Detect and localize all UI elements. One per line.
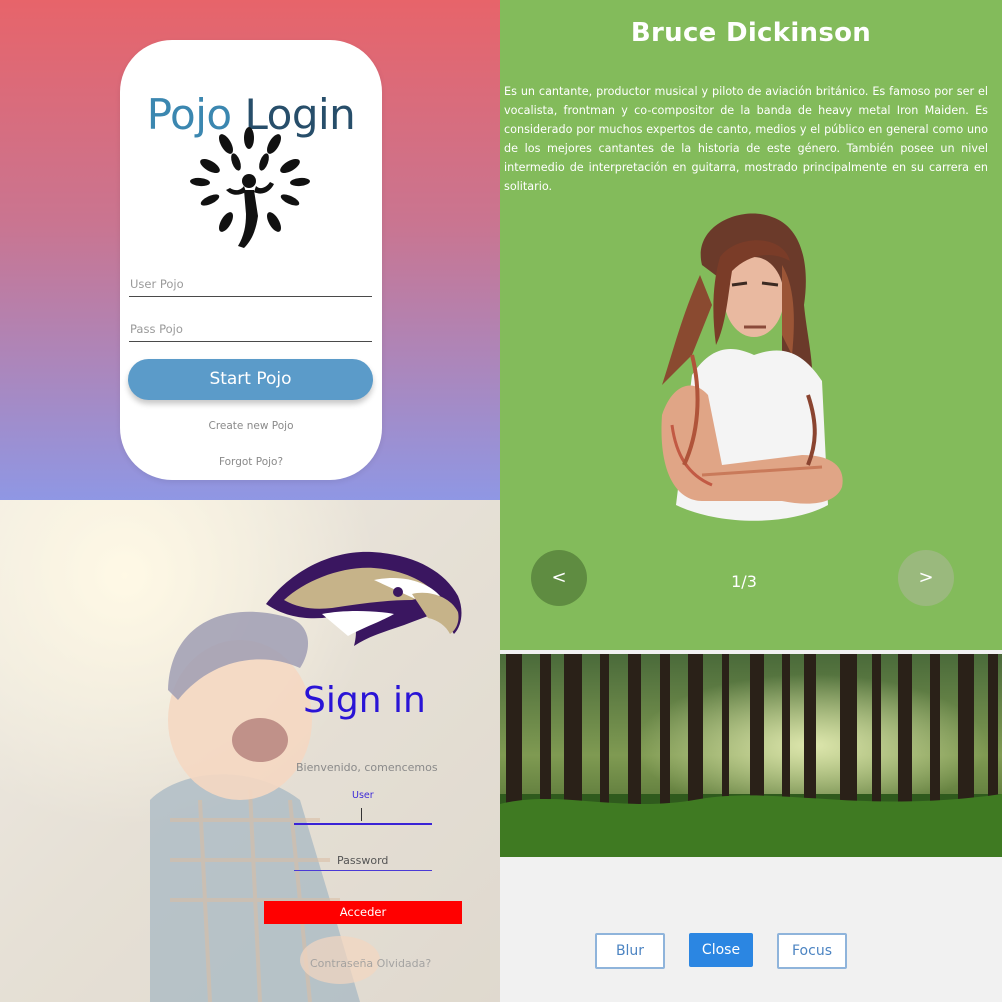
user-pojo-input[interactable]: User Pojo [129,274,372,297]
start-pojo-button[interactable]: Start Pojo [128,359,373,400]
sign-in-subtitle: Bienvenido, comencemos [296,761,438,774]
close-button[interactable]: Close [689,933,753,967]
password-label: Password [337,854,389,867]
forgot-pojo-link[interactable]: Forgot Pojo? [120,456,382,468]
forest-image [500,654,1002,857]
login-card: Pojo Login [120,40,382,480]
sign-in-title: Sign in [303,680,426,721]
bio-description: Es un cantante, productor musical y pilo… [504,85,988,193]
pojo-login-screen: Pojo Login User Pojo Pass Pojo Start Poj… [0,0,500,500]
bio-title: Bruce Dickinson [630,18,872,48]
blur-button[interactable]: Blur [595,933,665,969]
portrait-image [661,213,843,521]
text-caret [361,808,362,821]
bio-slider-screen: Bruce Dickinson Es un cantante, producto… [500,0,1002,650]
forgot-password-link[interactable]: Contraseña Olvidada? [310,957,431,970]
create-new-pojo-link[interactable]: Create new Pojo [120,420,382,432]
forest-panel: Blur Close Focus [500,650,1002,1002]
acceder-button[interactable]: Acceder [264,901,462,924]
next-slide-button[interactable]: > [898,550,954,606]
user-pojo-placeholder: User Pojo [130,277,184,291]
pass-pojo-placeholder: Pass Pojo [130,322,183,336]
pass-pojo-input[interactable]: Pass Pojo [129,319,372,342]
user-label: User [352,790,374,801]
user-input[interactable] [294,806,432,825]
eagle-head-icon [266,551,462,646]
tree-person-icon [190,127,310,248]
password-input[interactable]: Password [294,854,432,871]
focus-button[interactable]: Focus [777,933,847,969]
sign-in-screen: Sign in Bienvenido, comencemos User Pass… [0,500,500,1002]
